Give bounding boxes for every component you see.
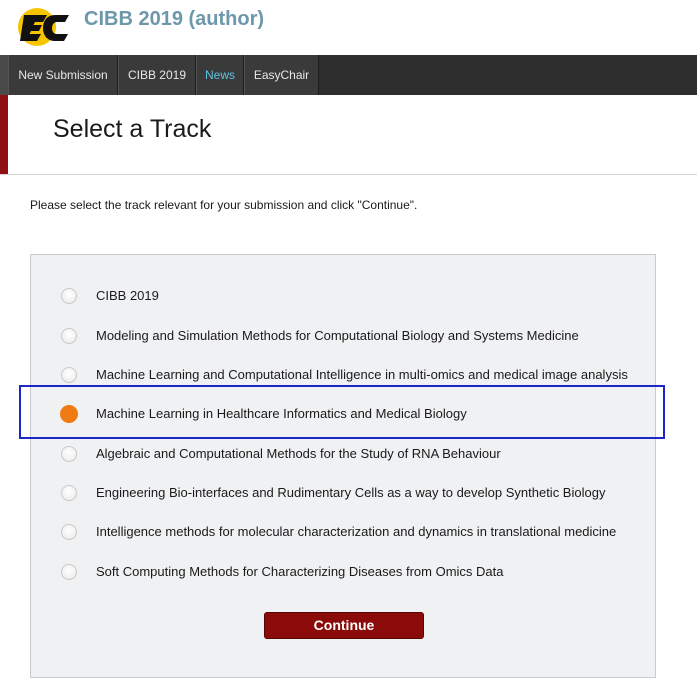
track-option[interactable]: Machine Learning and Computational Intel…	[31, 363, 655, 387]
app-title: CIBB 2019 (author)	[84, 8, 265, 30]
track-option[interactable]: Modeling and Simulation Methods for Comp…	[31, 324, 655, 348]
heading-accent-bar	[0, 95, 8, 174]
radio-button[interactable]	[61, 564, 77, 580]
nav-item-cibb-2019[interactable]: CIBB 2019	[118, 55, 196, 95]
track-label[interactable]: Algebraic and Computational Methods for …	[96, 446, 501, 461]
instructions-text: Please select the track relevant for you…	[30, 198, 418, 212]
track-option[interactable]: Intelligence methods for molecular chara…	[31, 520, 655, 544]
page-title: Select a Track	[53, 115, 212, 143]
track-option[interactable]: Algebraic and Computational Methods for …	[31, 442, 655, 466]
radio-button[interactable]	[61, 328, 77, 344]
nav-item-easychair[interactable]: EasyChair	[244, 55, 319, 95]
selection-highlight-box	[19, 385, 665, 439]
continue-button[interactable]: Continue	[264, 612, 424, 639]
track-option[interactable]: CIBB 2019	[31, 284, 655, 308]
header: CIBB 2019 (author)	[0, 0, 697, 55]
track-label[interactable]: Machine Learning and Computational Intel…	[96, 367, 628, 382]
track-label[interactable]: CIBB 2019	[96, 288, 159, 303]
radio-button[interactable]	[61, 288, 77, 304]
nav-item-new-submission[interactable]: New Submission	[8, 55, 118, 95]
radio-button[interactable]	[61, 367, 77, 383]
radio-button[interactable]	[61, 485, 77, 501]
track-label[interactable]: Modeling and Simulation Methods for Comp…	[96, 328, 579, 343]
track-option[interactable]: Engineering Bio-interfaces and Rudimenta…	[31, 481, 655, 505]
track-label[interactable]: Soft Computing Methods for Characterizin…	[96, 564, 504, 579]
nav-left-strip	[0, 55, 8, 95]
page-heading-band: Select a Track	[0, 95, 697, 175]
nav-item-news[interactable]: News	[196, 55, 244, 95]
radio-button[interactable]	[61, 524, 77, 540]
radio-button[interactable]	[61, 446, 77, 462]
easychair-logo-icon[interactable]	[17, 6, 75, 48]
track-label[interactable]: Intelligence methods for molecular chara…	[96, 524, 616, 539]
track-label[interactable]: Engineering Bio-interfaces and Rudimenta…	[96, 485, 605, 500]
track-option[interactable]: Soft Computing Methods for Characterizin…	[31, 560, 655, 584]
main-nav: New Submission CIBB 2019 News EasyChair	[0, 55, 697, 95]
